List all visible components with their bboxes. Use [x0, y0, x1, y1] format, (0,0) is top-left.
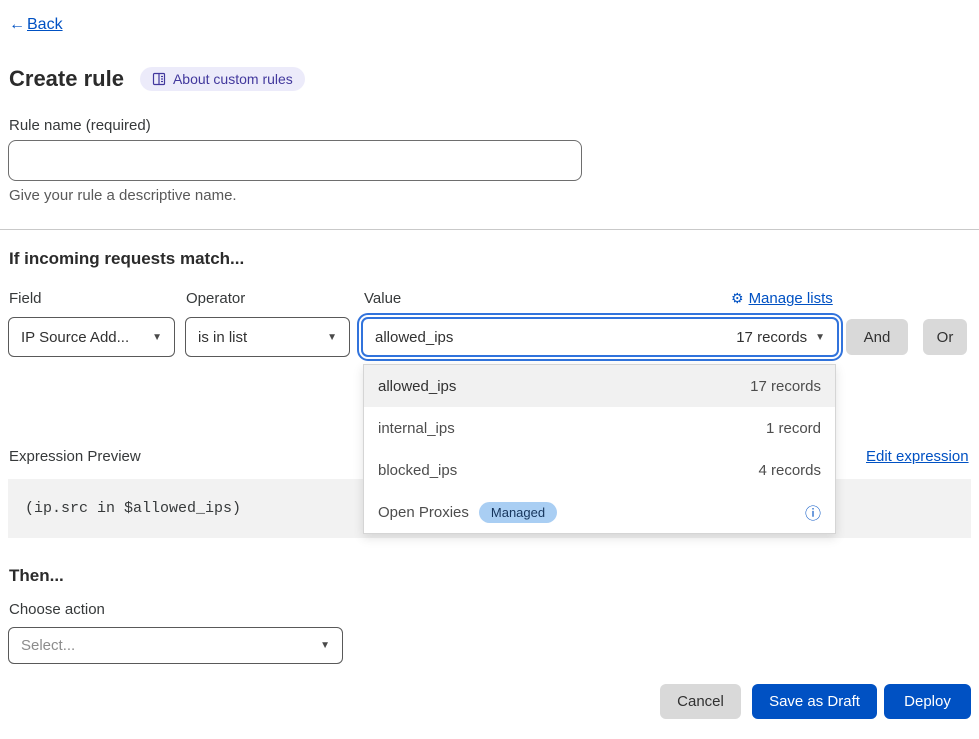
operator-select-value: is in list: [198, 329, 247, 346]
about-badge-label: About custom rules: [173, 71, 293, 87]
value-label: Value: [364, 290, 401, 307]
value-dropdown-panel: allowed_ips 17 records internal_ips 1 re…: [363, 364, 836, 534]
deploy-button[interactable]: Deploy: [884, 684, 971, 719]
about-custom-rules-link[interactable]: About custom rules: [140, 67, 305, 91]
gear-icon: ⚙: [731, 290, 744, 307]
match-section-title: If incoming requests match...: [9, 249, 244, 269]
left-arrow-icon: ←: [9, 16, 25, 34]
or-button[interactable]: Or: [923, 319, 967, 355]
dropdown-option-open-proxies[interactable]: Open Proxies Managed ⓘ: [364, 491, 835, 533]
title-row: Create rule About custom rules: [9, 66, 305, 92]
operator-select[interactable]: is in list ▼: [185, 317, 350, 357]
operator-label: Operator: [186, 290, 245, 307]
field-select-value: IP Source Add...: [21, 329, 129, 346]
manage-lists-link[interactable]: ⚙ Manage lists: [731, 290, 833, 307]
value-select-value: allowed_ips: [375, 329, 453, 346]
list-record-count: 1 record: [766, 420, 821, 437]
list-name: allowed_ips: [378, 378, 456, 395]
action-select[interactable]: Select... ▼: [8, 627, 343, 664]
expression-code: (ip.src in $allowed_ips): [25, 500, 241, 517]
then-section-title: Then...: [9, 566, 64, 586]
list-name: internal_ips: [378, 420, 455, 437]
dropdown-option-allowed-ips[interactable]: allowed_ips 17 records: [364, 365, 835, 407]
value-select-records: 17 records: [736, 329, 807, 346]
page-title: Create rule: [9, 66, 124, 92]
chevron-down-icon: ▼: [815, 332, 825, 343]
rule-name-input[interactable]: [8, 140, 582, 181]
and-button[interactable]: And: [846, 319, 908, 355]
choose-action-label: Choose action: [9, 601, 105, 618]
list-name: blocked_ips: [378, 462, 457, 479]
chevron-down-icon: ▼: [327, 332, 337, 343]
managed-badge: Managed: [479, 502, 557, 523]
expression-preview-label: Expression Preview: [9, 448, 141, 465]
edit-expression-link[interactable]: Edit expression: [866, 448, 969, 465]
list-record-count: 17 records: [750, 378, 821, 395]
action-select-placeholder: Select...: [21, 637, 75, 654]
rule-name-helper: Give your rule a descriptive name.: [9, 187, 237, 204]
chevron-down-icon: ▼: [152, 332, 162, 343]
list-record-count: 4 records: [758, 462, 821, 479]
back-link[interactable]: ←Back: [9, 16, 63, 34]
cancel-button[interactable]: Cancel: [660, 684, 741, 719]
rule-name-label: Rule name (required): [9, 117, 151, 134]
chevron-down-icon: ▼: [320, 640, 330, 651]
back-link-label[interactable]: Back: [27, 16, 63, 33]
info-icon[interactable]: ⓘ: [805, 500, 821, 524]
dropdown-option-internal-ips[interactable]: internal_ips 1 record: [364, 407, 835, 449]
field-select[interactable]: IP Source Add... ▼: [8, 317, 175, 357]
create-rule-page: ←Back Create rule About custom rules Rul…: [0, 0, 979, 739]
list-name: Open Proxies: [378, 504, 469, 521]
section-divider: [0, 229, 979, 230]
value-select[interactable]: allowed_ips 17 records ▼: [361, 317, 839, 357]
dropdown-option-blocked-ips[interactable]: blocked_ips 4 records: [364, 449, 835, 491]
field-label: Field: [9, 290, 42, 307]
manage-lists-label[interactable]: Manage lists: [749, 290, 833, 307]
save-as-draft-button[interactable]: Save as Draft: [752, 684, 877, 719]
book-icon: [152, 72, 166, 86]
